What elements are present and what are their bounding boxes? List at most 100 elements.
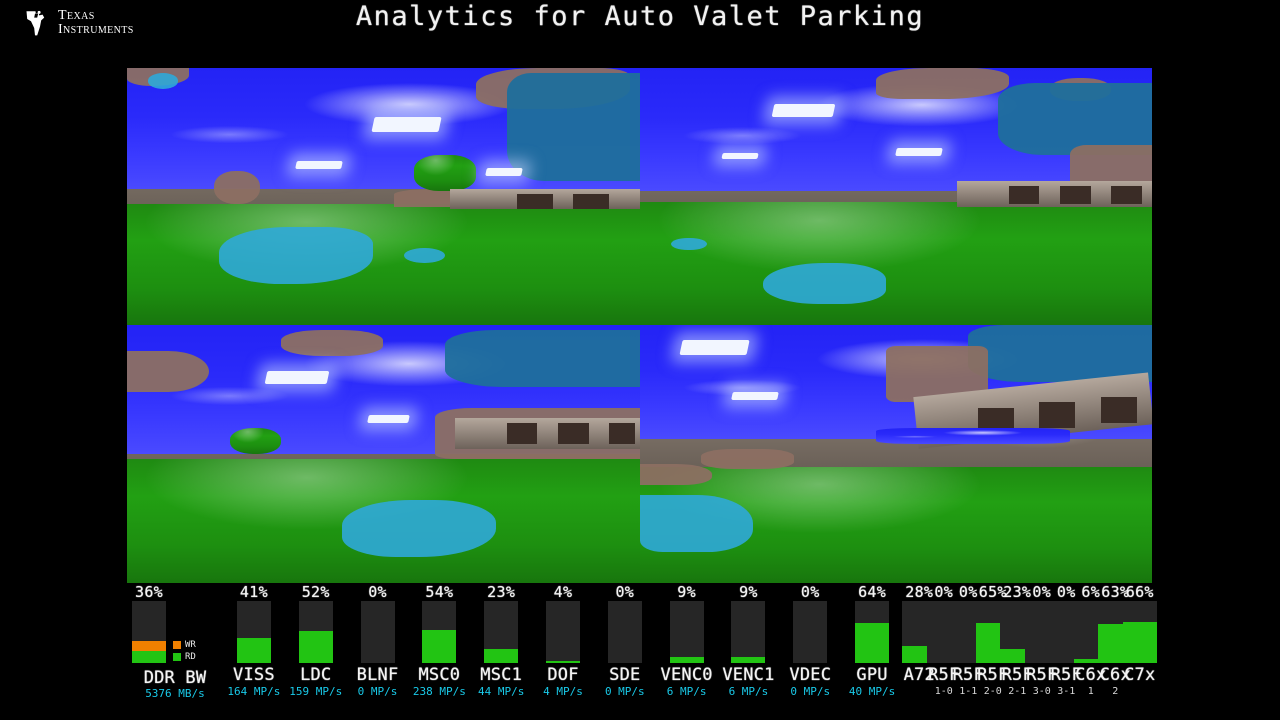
percent-label: 0% xyxy=(368,583,387,601)
segmentation-class-green xyxy=(414,155,476,192)
segmentation-class-cyan xyxy=(762,263,886,305)
engine-sub-label: 3-1 xyxy=(1057,686,1076,697)
bar-track xyxy=(1122,601,1157,663)
percent-label: 64% xyxy=(858,583,887,601)
bar-track xyxy=(360,601,395,663)
percent-label: 28% xyxy=(905,583,934,601)
engine-sub-label: 2 xyxy=(1112,686,1119,697)
stat-hwa-venc1-6 mp/s[interactable]: 9% VENC1 6 MP/s xyxy=(718,583,780,707)
legend-label-wr: WR xyxy=(185,640,196,650)
percent-label: 23% xyxy=(487,583,516,601)
cpu-group: 28% A72 0% R5F 1-0 0% R5F 1-1 65% R5F 2-0 23% R5F 2-1… xyxy=(902,583,1157,707)
bar-track xyxy=(855,601,890,663)
legend-swatch-rd xyxy=(173,653,181,661)
video-tile-camera-front-right[interactable] xyxy=(640,68,1152,325)
engine-sub-label: 44 MP/s xyxy=(477,685,525,698)
engine-sub-label: 6 MP/s xyxy=(666,685,707,698)
engine-sub-label: 6 MP/s xyxy=(728,685,769,698)
stat-hwa-ldc-159 mp/s[interactable]: 52% LDC 159 MP/s xyxy=(285,583,347,707)
page-title: Analytics for Auto Valet Parking xyxy=(355,1,925,32)
ceiling-light xyxy=(295,160,344,169)
bar-track xyxy=(607,601,642,663)
segmentation-class-blue xyxy=(875,428,1071,444)
shelf-rack-shadow xyxy=(1059,186,1091,205)
percent-label: 0% xyxy=(615,583,635,601)
engine-name-label: GPU xyxy=(856,665,888,685)
stat-hwa-gpu-40 mp/s[interactable]: 64% GPU 40 MP/s xyxy=(841,583,903,707)
ceiling-light xyxy=(895,147,943,156)
bar-fill xyxy=(545,660,580,663)
ceiling-light xyxy=(679,340,750,356)
ceiling-light xyxy=(721,152,759,160)
ddr-bar-fill-rd xyxy=(132,651,166,663)
video-tile-camera-rear-right[interactable] xyxy=(640,325,1152,583)
video-tile-camera-front-left[interactable] xyxy=(127,68,640,325)
stat-hwa-blnf-0 mp/s[interactable]: 0% BLNF 0 MP/s xyxy=(347,583,409,707)
engine-name-label: MSC0 xyxy=(418,665,461,685)
bar-fill xyxy=(669,657,704,663)
stat-cpu-c7x[interactable]: 66% C7x xyxy=(1122,583,1157,707)
segmentation-class-cyan xyxy=(219,227,374,284)
percent-label: 0% xyxy=(1056,583,1076,601)
bar-fill xyxy=(236,637,271,663)
legend-label-rd: RD xyxy=(185,652,196,662)
stat-ddr-bw[interactable]: 36% WR RD DDR BW 5376 MB/s xyxy=(127,583,223,707)
ceiling-light xyxy=(371,116,442,133)
stat-hwa-sde-0 mp/s[interactable]: 0% SDE 0 MP/s xyxy=(594,583,656,707)
engine-name-label: DOF xyxy=(547,665,579,685)
bar-track xyxy=(793,601,828,663)
engine-sub-label: 159 MP/s xyxy=(289,685,343,698)
segmentation-class-cyan xyxy=(342,500,497,558)
engine-sub-label: 238 MP/s xyxy=(412,685,466,698)
ceiling-light xyxy=(264,371,329,385)
shelf-rack-shadow xyxy=(557,423,589,444)
analytics-dashboard: Texas Instruments Analytics for Auto Val… xyxy=(0,0,1280,720)
percent-label: 6% xyxy=(1081,583,1101,601)
bar-track xyxy=(545,601,580,663)
engine-name-label: C7x xyxy=(1124,665,1156,685)
engine-sub-label: 164 MP/s xyxy=(227,685,281,698)
header-bar: Texas Instruments Analytics for Auto Val… xyxy=(0,0,1280,56)
engine-sub-label: 0 MP/s xyxy=(604,685,645,698)
engine-sub-label: 40 MP/s xyxy=(848,685,896,698)
segmentation-class-green xyxy=(640,201,1152,325)
segmentation-class-brown xyxy=(214,170,261,205)
stat-hwa-dof-4 mp/s[interactable]: 4% DOF 4 MP/s xyxy=(532,583,594,707)
segmentation-class-brown xyxy=(640,464,712,485)
shelf-rack-shadow xyxy=(1008,186,1040,205)
stat-hwa-venc0-6 mp/s[interactable]: 9% VENC0 6 MP/s xyxy=(656,583,718,707)
ddr-bar-track xyxy=(132,601,166,663)
percent-label: 0% xyxy=(800,583,820,601)
stat-hwa-msc1-44 mp/s[interactable]: 23% MSC1 44 MP/s xyxy=(470,583,532,707)
segmentation-class-steel xyxy=(506,73,640,182)
segmentation-class-brown xyxy=(127,350,210,393)
stat-hwa-vdec-0 mp/s[interactable]: 0% VDEC 0 MP/s xyxy=(779,583,841,707)
ddr-name-label: DDR BW xyxy=(143,668,207,688)
video-tile-camera-rear-left[interactable] xyxy=(127,325,640,583)
engine-sub-label: 1 xyxy=(1087,686,1094,697)
percent-label: 9% xyxy=(677,583,696,601)
engine-sub-label: 3-0 xyxy=(1032,686,1051,697)
segmentation-class-brown xyxy=(875,68,1009,99)
shelf-rack-shadow xyxy=(1100,397,1137,424)
bar-fill xyxy=(298,630,333,663)
bar-fill xyxy=(731,657,766,663)
percent-label: 0% xyxy=(1032,583,1052,601)
engine-sub-label: 2-0 xyxy=(983,686,1002,697)
percent-label: 52% xyxy=(301,583,330,601)
bar-track xyxy=(731,601,766,663)
percent-label: 0% xyxy=(958,583,978,601)
engine-sub-label: 1-0 xyxy=(934,686,953,697)
percent-label: 54% xyxy=(425,583,454,601)
soc-utilization-bar-chart: 36% WR RD DDR BW 5376 MB/s 41% VISS 164 MP… xyxy=(127,583,1157,707)
engine-sub-label: 4 MP/s xyxy=(543,685,583,698)
ceiling-light xyxy=(771,103,836,117)
legend-swatch-wr xyxy=(173,641,181,649)
legend-row-wr: WR xyxy=(173,639,196,651)
stat-hwa-msc0-238 mp/s[interactable]: 54% MSC0 238 MP/s xyxy=(408,583,470,707)
ddr-throughput-label: 5376 MB/s xyxy=(145,687,205,700)
bar-track xyxy=(669,601,704,663)
engine-name-label: LDC xyxy=(300,665,332,685)
shelf-rack-shadow xyxy=(516,193,553,210)
stat-hwa-viss-164 mp/s[interactable]: 41% VISS 164 MP/s xyxy=(223,583,285,707)
